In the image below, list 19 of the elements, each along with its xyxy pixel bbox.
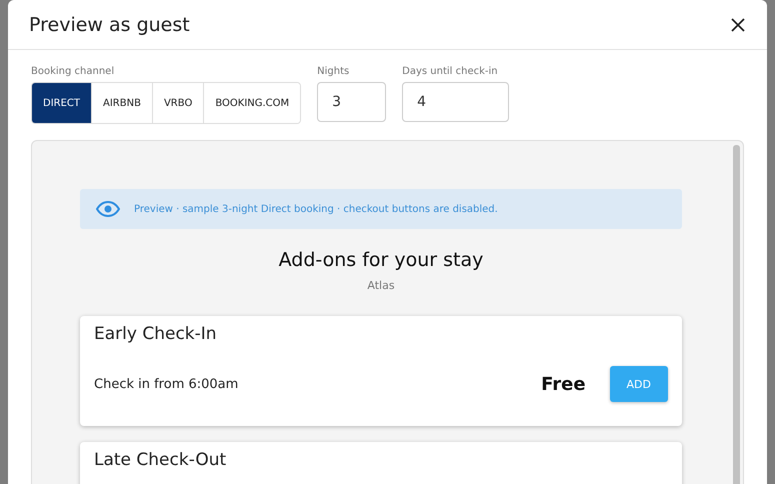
addon-price: Free	[541, 374, 586, 394]
field-label: Days until check-in	[402, 66, 499, 77]
scrollbar[interactable]	[733, 145, 740, 484]
nights-field[interactable]: 3	[317, 82, 386, 122]
addon-description: Check in from 6:00am	[94, 376, 238, 392]
channel-option[interactable]: DIRECT	[32, 83, 92, 123]
addon-title: Early Check-In	[94, 324, 218, 344]
banner-text: Preview · sample 3-night Direct booking · checkout buttons are disabled.	[134, 204, 498, 214]
close-icon	[731, 18, 745, 32]
field-label: Nights	[317, 66, 350, 77]
channel-option[interactable]: BOOKING.COM	[203, 83, 300, 123]
addon-title: Late Check-Out	[94, 450, 228, 470]
days-field[interactable]: 4	[402, 82, 510, 122]
field-label: Booking channel	[31, 66, 116, 77]
property-name: Atlas	[367, 279, 395, 292]
section-heading: Add-ons for your stay	[278, 249, 484, 271]
dialog-title: Preview as guest	[29, 14, 190, 36]
close-button[interactable]	[729, 16, 747, 34]
eye-icon	[96, 201, 120, 217]
